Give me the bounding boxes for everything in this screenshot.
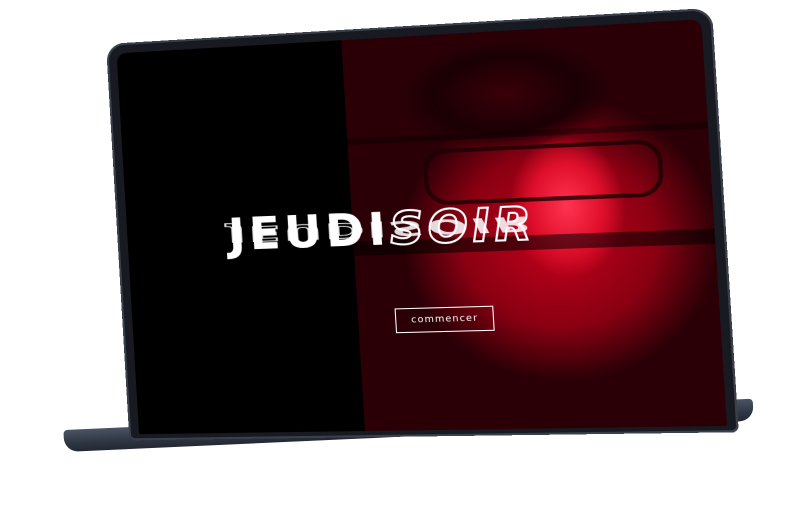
glasses-shape — [422, 138, 665, 206]
scene: JEUDISOIR JEUDISOIR commencer — [0, 0, 800, 516]
hero-title-part1: JEUDI — [226, 203, 392, 262]
start-button[interactable]: commencer — [394, 305, 496, 334]
laptop-lid: JEUDISOIR JEUDISOIR commencer — [106, 7, 739, 441]
glitch-band — [347, 121, 709, 145]
hero-title-part2: SOIR — [387, 196, 538, 256]
hero-title: JEUDISOIR — [226, 196, 538, 262]
laptop-screen: JEUDISOIR JEUDISOIR commencer — [116, 19, 727, 435]
